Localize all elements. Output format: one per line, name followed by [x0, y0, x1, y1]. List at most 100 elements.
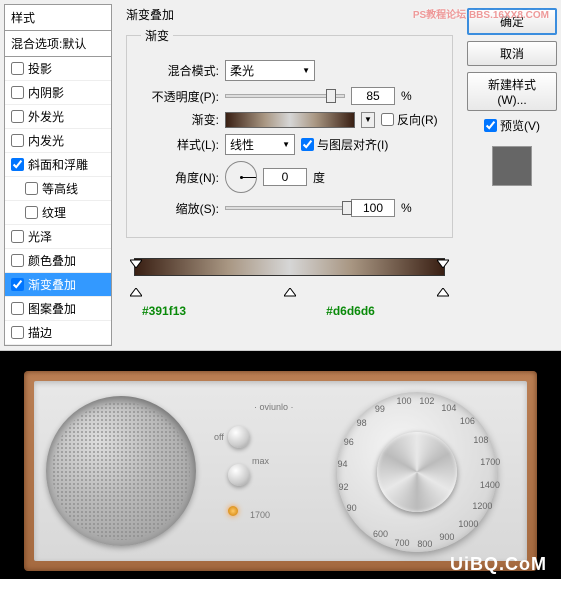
blend-mode-value: 柔光 [230, 62, 254, 79]
style-item-11[interactable]: 描边 [5, 321, 111, 345]
preview-swatch [492, 146, 532, 186]
dial-number: 900 [439, 532, 454, 542]
style-checkbox[interactable] [11, 278, 24, 291]
opacity-slider[interactable] [225, 94, 345, 98]
opacity-input[interactable] [351, 87, 395, 105]
volume-knob [228, 464, 250, 486]
style-checkbox[interactable] [11, 326, 24, 339]
align-label-text: 与图层对齐(I) [317, 136, 388, 153]
layer-style-dialog: PS教程论坛 BBS.16XX8.COM 样式 混合选项:默认 投影内阴影外发光… [0, 0, 561, 351]
gradient-bar[interactable] [134, 258, 445, 276]
reverse-checkbox-input[interactable] [381, 113, 394, 126]
dial-number: 1700 [480, 457, 500, 467]
blend-mode-label: 混合模式: [141, 62, 219, 79]
dial-number: 104 [441, 403, 456, 413]
style-label: 样式(L): [141, 136, 219, 153]
freq-1700: 1700 [250, 510, 270, 520]
gradient-group-legend: 渐变 [141, 27, 173, 44]
dial-number: 90 [347, 503, 357, 513]
style-item-label: 等高线 [42, 180, 78, 197]
angle-unit: 度 [313, 169, 325, 186]
style-item-5[interactable]: 等高线 [5, 177, 111, 201]
brand-label: · oviunlo · [254, 402, 294, 412]
radio-face: · oviunlo · off max 1700 909294969899100… [34, 381, 527, 561]
color-stop-icon[interactable] [437, 288, 449, 300]
style-item-label: 描边 [28, 324, 52, 341]
opacity-unit: % [401, 89, 412, 103]
style-checkbox[interactable] [11, 62, 24, 75]
style-item-label: 光泽 [28, 228, 52, 245]
style-checkbox[interactable] [25, 182, 38, 195]
preview-label-text: 预览(V) [500, 117, 540, 134]
panel-title: 渐变叠加 [126, 6, 453, 23]
blend-mode-select[interactable]: 柔光 ▼ [225, 60, 315, 81]
dial-number: 94 [337, 459, 347, 469]
color-hex-mid: #d6d6d6 [326, 304, 375, 318]
style-item-9[interactable]: 渐变叠加 [5, 273, 111, 297]
align-checkbox-input[interactable] [301, 138, 314, 151]
max-label: max [252, 456, 269, 466]
angle-input[interactable] [263, 168, 307, 186]
gradient-group: 渐变 混合模式: 柔光 ▼ 不透明度(P): % 渐变: ▼ [126, 27, 453, 238]
opacity-stop-icon[interactable] [130, 256, 142, 268]
off-label: off [214, 432, 224, 442]
style-checkbox[interactable] [11, 134, 24, 147]
style-checkbox[interactable] [25, 206, 38, 219]
new-style-button[interactable]: 新建样式(W)... [467, 72, 557, 111]
preview-checkbox[interactable]: 预览(V) [484, 117, 540, 134]
speaker-grille [46, 396, 196, 546]
power-led-icon [228, 506, 238, 516]
scale-label: 缩放(S): [141, 200, 219, 217]
dial-number: 98 [357, 418, 367, 428]
dial-number: 600 [373, 529, 388, 539]
watermark-top: PS教程论坛 BBS.16XX8.COM [413, 6, 549, 21]
blend-options-default[interactable]: 混合选项:默认 [5, 31, 111, 57]
style-item-label: 外发光 [28, 108, 64, 125]
style-item-1[interactable]: 内阴影 [5, 81, 111, 105]
dial-number: 92 [338, 482, 348, 492]
style-item-2[interactable]: 外发光 [5, 105, 111, 129]
dial-number: 108 [473, 435, 488, 445]
style-item-0[interactable]: 投影 [5, 57, 111, 81]
watermark-bottom: UiBQ.CoM [450, 554, 547, 575]
opacity-stop-icon[interactable] [437, 256, 449, 268]
dial-number: 1200 [472, 501, 492, 511]
angle-dial[interactable] [225, 161, 257, 193]
preview-checkbox-input[interactable] [484, 119, 497, 132]
style-checkbox[interactable] [11, 86, 24, 99]
dial-number: 106 [460, 416, 475, 426]
style-checkbox[interactable] [11, 110, 24, 123]
style-item-label: 渐变叠加 [28, 276, 76, 293]
style-item-6[interactable]: 纹理 [5, 201, 111, 225]
reverse-checkbox[interactable]: 反向(R) [381, 111, 438, 128]
scale-slider[interactable] [225, 206, 345, 210]
style-list-header[interactable]: 样式 [5, 5, 111, 31]
dial-number: 102 [419, 396, 434, 406]
gradient-dropdown-icon[interactable]: ▼ [361, 112, 375, 128]
style-checkbox[interactable] [11, 158, 24, 171]
color-stop-icon[interactable] [130, 288, 142, 300]
gradient-preview[interactable] [225, 112, 355, 128]
style-checkbox[interactable] [11, 302, 24, 315]
style-item-label: 斜面和浮雕 [28, 156, 88, 173]
chevron-down-icon: ▼ [282, 140, 290, 149]
style-item-7[interactable]: 光泽 [5, 225, 111, 249]
style-item-4[interactable]: 斜面和浮雕 [5, 153, 111, 177]
style-checkbox[interactable] [11, 230, 24, 243]
color-stop-icon[interactable] [284, 288, 296, 300]
style-item-8[interactable]: 颜色叠加 [5, 249, 111, 273]
result-preview: · oviunlo · off max 1700 909294969899100… [0, 351, 561, 579]
gradient-style-select[interactable]: 线性 ▼ [225, 134, 295, 155]
style-item-3[interactable]: 内发光 [5, 129, 111, 153]
cancel-button[interactable]: 取消 [467, 41, 557, 66]
scale-input[interactable] [351, 199, 395, 217]
gradient-style-value: 线性 [230, 136, 254, 153]
style-effects-list: 样式 混合选项:默认 投影内阴影外发光内发光斜面和浮雕等高线纹理光泽颜色叠加渐变… [4, 4, 112, 346]
dialog-buttons: 确定 取消 新建样式(W)... 预览(V) [463, 0, 561, 350]
gradient-overlay-panel: 渐变叠加 渐变 混合模式: 柔光 ▼ 不透明度(P): % 渐变: ▼ [116, 0, 463, 350]
style-checkbox[interactable] [11, 254, 24, 267]
style-item-10[interactable]: 图案叠加 [5, 297, 111, 321]
tuning-knob [377, 432, 457, 512]
opacity-label: 不透明度(P): [141, 88, 219, 105]
align-layer-checkbox[interactable]: 与图层对齐(I) [301, 136, 388, 153]
